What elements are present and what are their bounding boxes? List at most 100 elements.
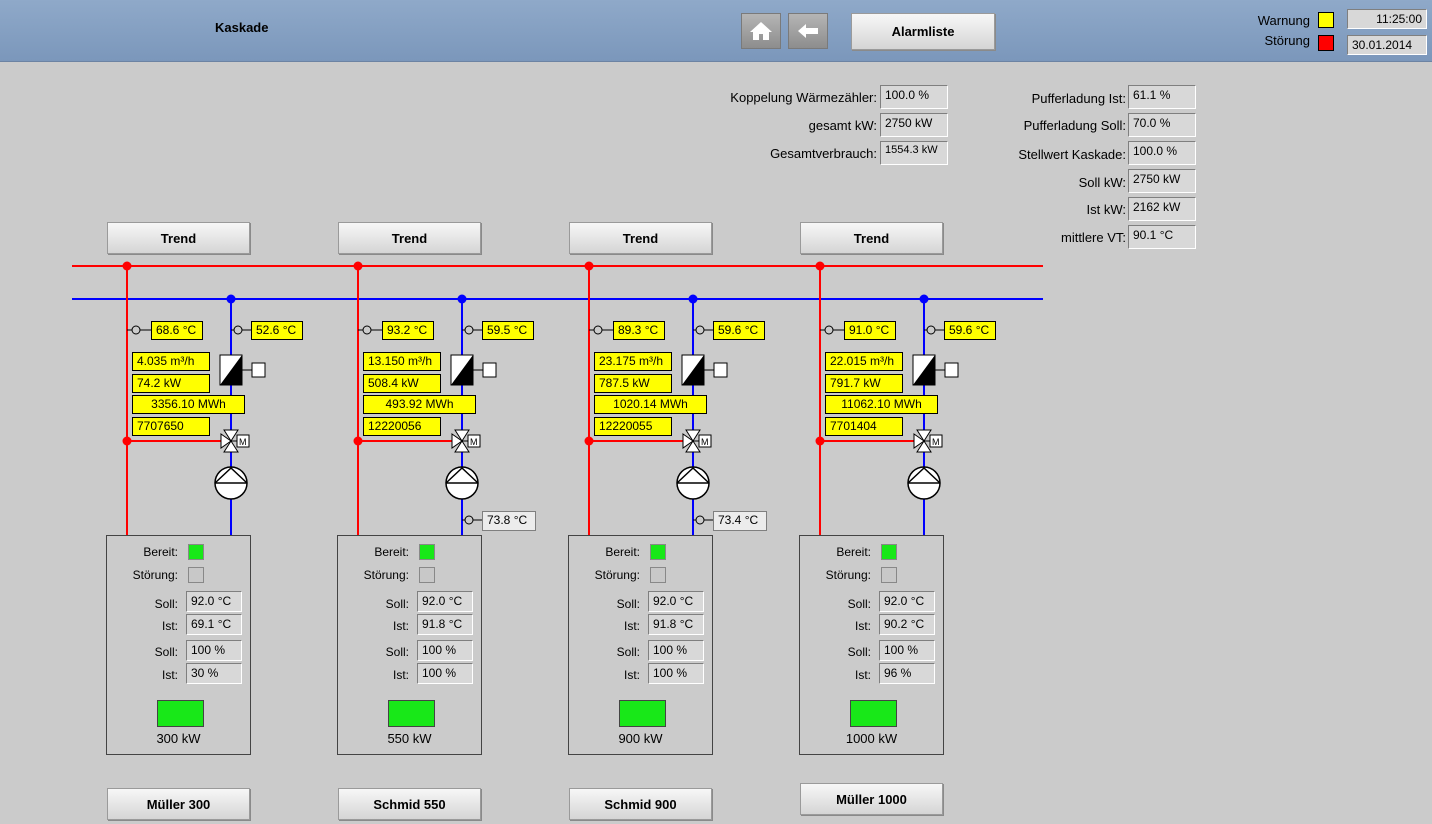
valve-motor-label: M (701, 437, 709, 447)
power-value: 508.4 kW (363, 374, 441, 393)
energy-value: 3356.10 MWh (132, 395, 245, 414)
boiler-name-button[interactable]: Schmid 900 (569, 788, 712, 820)
flow-value: 4.035 m³/h (132, 352, 210, 371)
actual-temp-value: 90.2 °C (879, 614, 935, 635)
actual-pct-label: Ist: (161, 668, 178, 682)
actual-pct-value: 30 % (186, 663, 242, 684)
trend-button[interactable]: Trend (107, 222, 250, 254)
actual-temp-label: Ist: (623, 619, 640, 633)
supply-junction-dot (815, 261, 825, 271)
bypass-junction-dot (122, 436, 132, 446)
ready-indicator (650, 544, 666, 560)
capacity-label: 550 kW (387, 731, 432, 746)
setpoint-temp-value: 92.0 °C (186, 591, 242, 612)
trend-button[interactable]: Trend (338, 222, 481, 254)
power-value: 787.5 kW (594, 374, 672, 393)
setpoint-temp-label: Soll: (385, 597, 409, 611)
fault-label: Störung: (363, 568, 409, 582)
actual-pct-label: Ist: (623, 668, 640, 682)
boiler-name-button[interactable]: Müller 300 (107, 788, 250, 820)
valve-motor-label: M (932, 437, 940, 447)
meter-box-icon (944, 362, 959, 378)
actual-pct-label: Ist: (854, 668, 871, 682)
return-temp-value: 59.6 °C (713, 321, 765, 340)
boiler-return-temp-value: 73.8 °C (482, 511, 536, 531)
setpoint-pct-label: Soll: (847, 645, 871, 659)
flow-value: 23.175 m³/h (594, 352, 672, 371)
supply-junction-dot (122, 261, 132, 271)
counter-value: 12220055 (594, 417, 672, 436)
boiler-name-button[interactable]: Schmid 550 (338, 788, 481, 820)
return-temp-value: 52.6 °C (251, 321, 303, 340)
setpoint-pct-label: Soll: (385, 645, 409, 659)
running-indicator (850, 700, 897, 727)
fault-label: Störung: (825, 568, 871, 582)
temp-sensor-boiler-icon (464, 515, 474, 525)
meter-box-icon (713, 362, 728, 378)
trend-button[interactable]: Trend (569, 222, 712, 254)
running-indicator (619, 700, 666, 727)
setpoint-pct-value: 100 % (879, 640, 935, 661)
fault-indicator (881, 567, 897, 583)
return-junction-dot (919, 294, 929, 304)
setpoint-pct-value: 100 % (648, 640, 704, 661)
setpoint-temp-value: 92.0 °C (417, 591, 473, 612)
temp-sensor-supply-icon (131, 325, 141, 335)
actual-temp-label: Ist: (161, 619, 178, 633)
actual-pct-value: 100 % (648, 663, 704, 684)
ready-indicator (188, 544, 204, 560)
boiler-name-button[interactable]: Müller 1000 (800, 783, 943, 815)
power-value: 791.7 kW (825, 374, 903, 393)
trend-button[interactable]: Trend (800, 222, 943, 254)
temp-sensor-supply-icon (593, 325, 603, 335)
ready-label: Bereit: (605, 545, 640, 559)
supply-junction-dot (584, 261, 594, 271)
temp-sensor-return-icon (695, 325, 705, 335)
supply-junction-dot (353, 261, 363, 271)
setpoint-temp-label: Soll: (616, 597, 640, 611)
bypass-junction-dot (584, 436, 594, 446)
ready-label: Bereit: (374, 545, 409, 559)
actual-temp-value: 91.8 °C (648, 614, 704, 635)
capacity-label: 900 kW (618, 731, 663, 746)
bypass-junction-dot (353, 436, 363, 446)
setpoint-temp-label: Soll: (847, 597, 871, 611)
setpoint-pct-label: Soll: (616, 645, 640, 659)
running-indicator (157, 700, 204, 727)
energy-value: 493.92 MWh (363, 395, 476, 414)
return-temp-value: 59.6 °C (944, 321, 996, 340)
power-value: 74.2 kW (132, 374, 210, 393)
setpoint-temp-label: Soll: (154, 597, 178, 611)
fault-indicator (419, 567, 435, 583)
meter-box-icon (251, 362, 266, 378)
ready-indicator (419, 544, 435, 560)
return-junction-dot (226, 294, 236, 304)
supply-temp-value: 89.3 °C (613, 321, 665, 340)
counter-value: 7701404 (825, 417, 903, 436)
actual-temp-value: 91.8 °C (417, 614, 473, 635)
boiler-return-temp-value: 73.4 °C (713, 511, 767, 531)
capacity-label: 1000 kW (845, 731, 898, 746)
actual-pct-value: 100 % (417, 663, 473, 684)
setpoint-temp-value: 92.0 °C (879, 591, 935, 612)
flow-value: 22.015 m³/h (825, 352, 903, 371)
temp-sensor-boiler-icon (695, 515, 705, 525)
valve-motor-label: M (239, 437, 247, 447)
fault-label: Störung: (594, 568, 640, 582)
fault-label: Störung: (132, 568, 178, 582)
temp-sensor-return-icon (464, 325, 474, 335)
return-junction-dot (688, 294, 698, 304)
return-temp-value: 59.5 °C (482, 321, 534, 340)
setpoint-pct-value: 100 % (417, 640, 473, 661)
actual-temp-value: 69.1 °C (186, 614, 242, 635)
actual-pct-label: Ist: (392, 668, 409, 682)
valve-motor-label: M (470, 437, 478, 447)
actual-temp-label: Ist: (392, 619, 409, 633)
actual-pct-value: 96 % (879, 663, 935, 684)
meter-box-icon (482, 362, 497, 378)
setpoint-temp-value: 92.0 °C (648, 591, 704, 612)
setpoint-pct-label: Soll: (154, 645, 178, 659)
ready-label: Bereit: (836, 545, 871, 559)
fault-indicator (188, 567, 204, 583)
energy-value: 11062.10 MWh (825, 395, 938, 414)
